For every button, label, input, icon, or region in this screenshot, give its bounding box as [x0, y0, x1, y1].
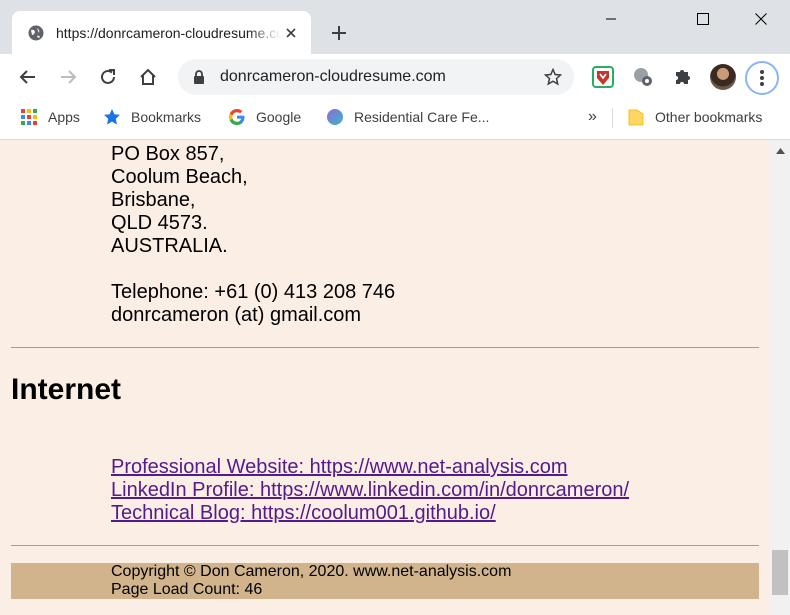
bookmark-star-button[interactable]: [538, 62, 568, 92]
maximize-button[interactable]: [680, 4, 726, 34]
plus-icon: [332, 26, 346, 40]
home-icon: [140, 68, 156, 85]
close-window-button[interactable]: [738, 4, 784, 34]
minimize-icon: [606, 18, 616, 20]
bookmarks-bar: Apps Bookmarks Google Residential Care F…: [0, 100, 790, 140]
bookmarks-separator: [612, 108, 613, 128]
puzzle-icon: [676, 70, 690, 84]
extension-button[interactable]: [630, 64, 656, 90]
folder-icon: [627, 108, 645, 126]
maximize-icon: [697, 13, 709, 25]
extensions-button[interactable]: [670, 64, 696, 90]
address-line: Brisbane,: [111, 189, 196, 211]
linkedin-profile-link[interactable]: LinkedIn Profile: https://www.linkedin.c…: [111, 479, 629, 502]
telephone-text: Telephone: +61 (0) 413 208 746: [111, 281, 396, 303]
globe-icon: [28, 25, 44, 40]
chrome-menu-button[interactable]: [745, 61, 779, 95]
browser-tab[interactable]: https://donrcameron-cloudresume.com: [12, 11, 311, 54]
bookmark-residential-care[interactable]: Residential Care Fe...: [326, 100, 489, 134]
bookmark-label: Apps: [48, 109, 80, 125]
close-icon: [755, 13, 767, 25]
browser-toolbar: donrcameron-cloudresume.com: [0, 54, 790, 100]
minimize-button[interactable]: [588, 4, 634, 34]
footer-text: Copyright © Don Cameron, 2020. www.net-a…: [111, 563, 511, 599]
shield-icon: [592, 66, 614, 88]
scrollbar-thumb[interactable]: [772, 550, 788, 595]
email-text: donrcameron (at) gmail.com: [111, 304, 362, 326]
extension-globe-icon: [634, 68, 652, 86]
section-divider: [11, 545, 759, 546]
url-text[interactable]: donrcameron-cloudresume.com: [220, 68, 538, 86]
new-tab-button[interactable]: [326, 20, 352, 46]
google-icon: [228, 108, 246, 126]
technical-blog-link[interactable]: Technical Blog: https://coolum001.github…: [111, 502, 629, 525]
address-line: PO Box 857,: [111, 143, 225, 165]
lock-icon[interactable]: [192, 70, 206, 84]
page-load-count: Page Load Count: 46: [111, 581, 263, 598]
address-line: QLD 4573.: [111, 212, 208, 234]
address-bar[interactable]: donrcameron-cloudresume.com: [178, 59, 574, 95]
tab-title: https://donrcameron-cloudresume.com: [56, 24, 281, 41]
page-viewport: PO Box 857, Coolum Beach, Brisbane, QLD …: [0, 140, 770, 615]
profile-avatar[interactable]: [710, 64, 736, 90]
copyright-text: Copyright © Don Cameron, 2020. www.net-a…: [111, 563, 512, 580]
arrow-right-icon: [61, 70, 77, 84]
home-button[interactable]: [133, 62, 163, 92]
back-button[interactable]: [13, 62, 43, 92]
tab-close-icon[interactable]: [281, 23, 301, 43]
reload-button[interactable]: [93, 62, 123, 92]
bookmark-other-bookmarks[interactable]: Other bookmarks: [627, 100, 762, 134]
bookmark-bookmarks[interactable]: Bookmarks: [103, 100, 201, 134]
bookmark-label: Bookmarks: [131, 109, 202, 125]
arrow-left-icon: [19, 70, 35, 84]
bookmark-label: Google: [256, 109, 302, 125]
bookmark-google[interactable]: Google: [228, 100, 301, 134]
scroll-up-arrow-icon[interactable]: [770, 140, 790, 162]
bookmark-apps[interactable]: Apps: [20, 100, 80, 134]
star-icon: [103, 108, 121, 126]
apps-grid-icon: [20, 108, 38, 126]
professional-website-link[interactable]: Professional Website: https://www.net-an…: [111, 456, 629, 479]
forward-button[interactable]: [53, 62, 83, 92]
bookmark-label: Residential Care Fe...: [354, 109, 490, 125]
star-outline-icon: [544, 68, 562, 86]
globe-icon: [326, 108, 344, 126]
internet-heading: Internet: [11, 373, 122, 406]
links-list: Professional Website: https://www.net-an…: [111, 456, 629, 525]
contact-block: PO Box 857, Coolum Beach, Brisbane, QLD …: [111, 143, 395, 327]
vertical-scrollbar[interactable]: [770, 140, 790, 615]
bookmark-label: Other bookmarks: [655, 109, 763, 125]
section-divider: [11, 347, 759, 348]
reload-icon: [101, 69, 115, 84]
page-footer: Copyright © Don Cameron, 2020. www.net-a…: [11, 563, 759, 599]
address-line: AUSTRALIA.: [111, 235, 228, 257]
address-line: Coolum Beach,: [111, 166, 248, 188]
title-bar: https://donrcameron-cloudresume.com: [0, 0, 790, 54]
mcafee-extension-button[interactable]: [590, 64, 616, 90]
bookmarks-overflow-button[interactable]: »: [588, 100, 597, 134]
more-vert-icon: [760, 70, 764, 86]
